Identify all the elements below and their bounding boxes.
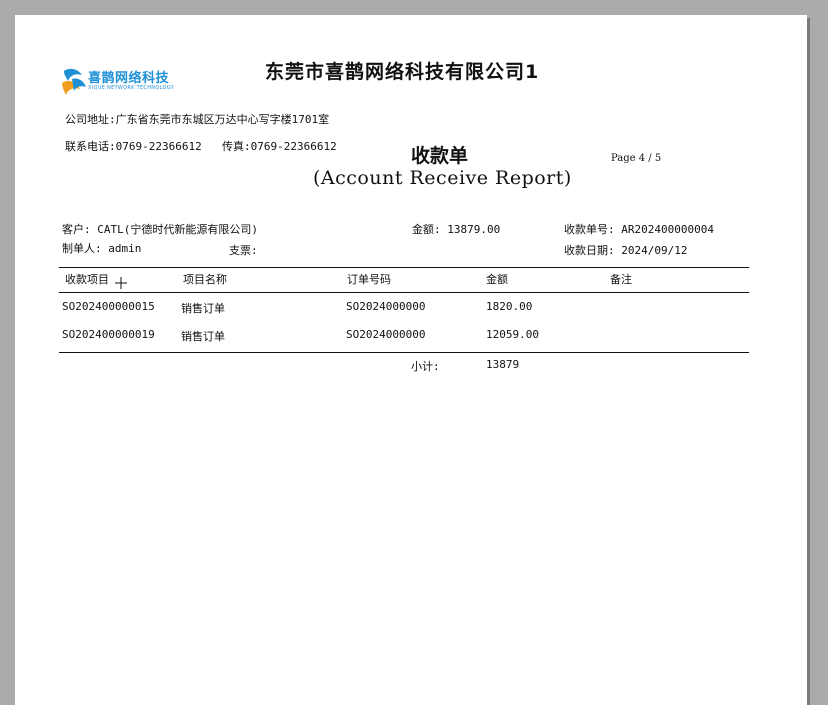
- row-item: SO202400000015: [62, 300, 155, 313]
- header-item: 收款项目: [65, 273, 109, 286]
- row-order-no: SO2024000000: [346, 300, 426, 313]
- row-name: 销售订单: [181, 302, 225, 315]
- row-amount: 12059.00: [486, 328, 539, 341]
- magpie-logo-icon: [62, 68, 86, 95]
- maker-field: 制单人: admin: [62, 242, 142, 255]
- company-fax: 传真:0769-22366612: [222, 140, 337, 153]
- company-phone: 联系电话:0769-22366612: [65, 140, 202, 153]
- logo-text: 喜鹊网络科技: [88, 71, 170, 86]
- report-title-cn: 收款单: [411, 145, 469, 167]
- receipt-number-field: 收款单号: AR202400000004: [564, 223, 714, 236]
- header-order-no: 订单号码: [347, 273, 391, 286]
- row-item: SO202400000019: [62, 328, 155, 341]
- header-name: 项目名称: [183, 273, 227, 286]
- header-amount: 金额: [486, 273, 508, 286]
- amount-field: 金额: 13879.00: [412, 223, 501, 236]
- customer-field: 客户: CATL(宁德时代新能源有限公司): [62, 223, 258, 236]
- table-header-rule: [59, 292, 749, 293]
- report-page: 喜鹊网络科技 XIQUE NETWORK TECHNOLOGY 东莞市喜鹊网络科…: [15, 15, 807, 705]
- company-logo: 喜鹊网络科技 XIQUE NETWORK TECHNOLOGY: [60, 65, 190, 99]
- row-order-no: SO2024000000: [346, 328, 426, 341]
- page-number: Page 4 / 5: [611, 153, 662, 164]
- report-title-en: (Account Receive Report): [313, 167, 572, 189]
- header-remark: 备注: [610, 273, 632, 286]
- subtotal-value: 13879: [486, 358, 520, 371]
- crosshair-cursor-icon: [115, 277, 127, 289]
- table-bottom-rule: [59, 352, 749, 353]
- table-top-rule: [59, 267, 749, 268]
- check-field: 支票:: [229, 244, 258, 257]
- row-amount: 1820.00: [486, 300, 533, 313]
- subtotal-label: 小计:: [411, 360, 440, 373]
- company-name: 东莞市喜鹊网络科技有限公司1: [265, 61, 540, 83]
- company-address: 公司地址:广东省东莞市东城区万达中心写字楼1701室: [65, 113, 330, 126]
- row-name: 销售订单: [181, 330, 225, 343]
- receipt-date-field: 收款日期: 2024/09/12: [564, 244, 688, 257]
- logo-subtext: XIQUE NETWORK TECHNOLOGY: [88, 85, 174, 91]
